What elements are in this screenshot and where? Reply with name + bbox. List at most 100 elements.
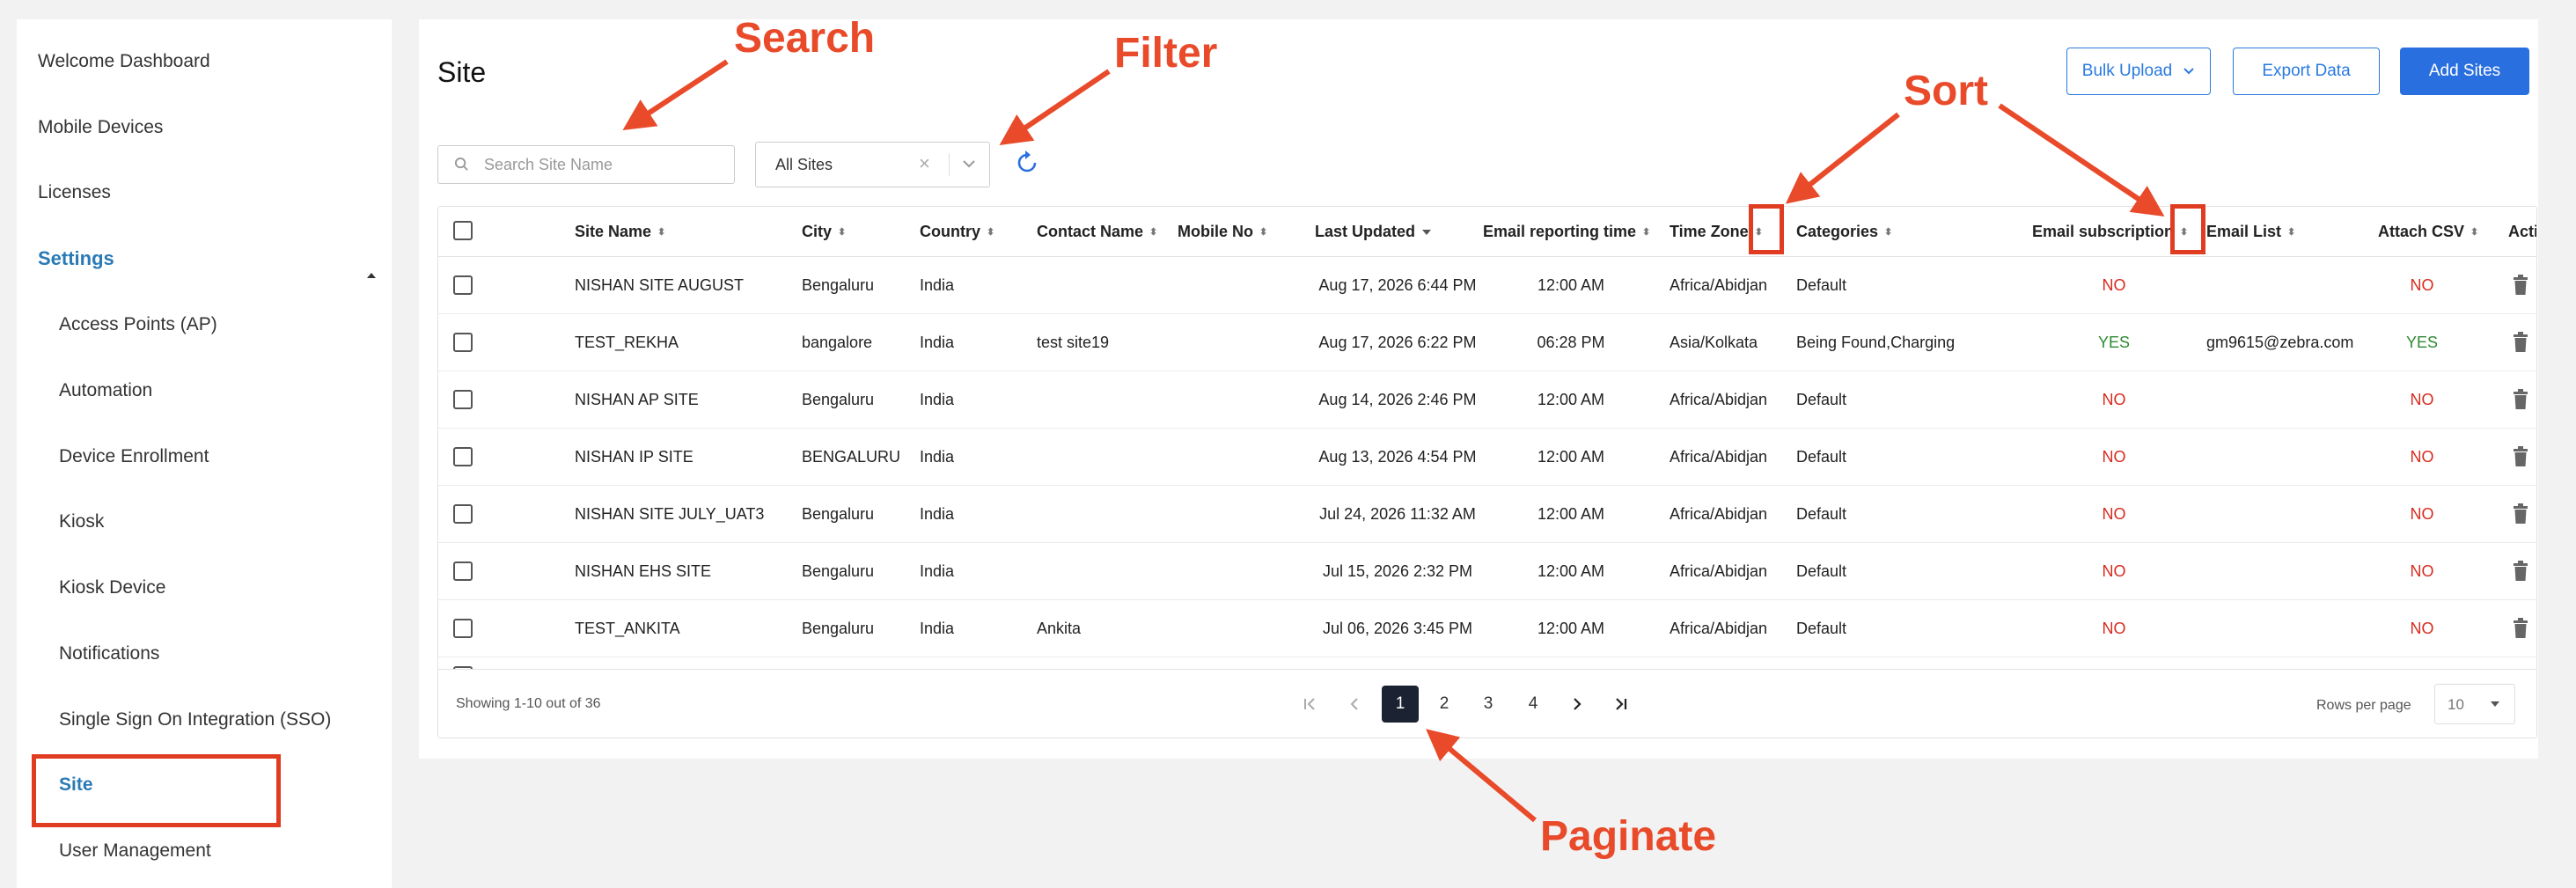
- cell-site-name: TEST_ANKITA: [575, 620, 680, 637]
- column-header-last-updated[interactable]: Last Updated: [1315, 223, 1432, 241]
- page-button-4[interactable]: 4: [1515, 686, 1552, 723]
- search-input[interactable]: [484, 151, 722, 178]
- cell-last-updated: Aug 17, 2026 6:22 PM: [1318, 334, 1477, 351]
- page-button-2[interactable]: 2: [1426, 686, 1463, 723]
- row-checkbox[interactable]: [453, 275, 473, 295]
- annotation-sort: Sort: [1904, 68, 1988, 114]
- sort-icon[interactable]: ⬍: [1259, 228, 1267, 238]
- column-header-country[interactable]: Country ⬍: [920, 223, 994, 241]
- refresh-icon[interactable]: [1014, 150, 1040, 176]
- cell-attach-csv: NO: [2410, 562, 2434, 580]
- cell-email-subscription: NO: [2102, 620, 2126, 637]
- sidebar-item-mobile-devices[interactable]: Mobile Devices: [38, 117, 163, 138]
- row-checkbox[interactable]: [453, 619, 473, 638]
- row-checkbox[interactable]: [453, 561, 473, 581]
- showing-count: Showing 1-10 out of 36: [456, 696, 601, 711]
- select-all-checkbox[interactable]: [453, 221, 473, 240]
- next-page-button[interactable]: [1559, 686, 1596, 723]
- column-header-site-name[interactable]: Site Name ⬍: [575, 223, 665, 241]
- cell-country: India: [920, 334, 955, 351]
- sort-icon[interactable]: ⬍: [1149, 228, 1157, 238]
- cell-city: Bengaluru: [802, 276, 875, 294]
- prev-page-button[interactable]: [1336, 686, 1373, 723]
- sort-desc-icon[interactable]: [1422, 230, 1432, 236]
- table-row[interactable]: TEST_REKHA bangalore India test site19 Aug 1…: [438, 314, 2536, 371]
- site-highlight-box: [32, 754, 281, 827]
- sort-icon[interactable]: ⬍: [2470, 228, 2478, 238]
- site-filter-select[interactable]: All Sites ×: [755, 142, 990, 187]
- sidebar-item-sso[interactable]: Single Sign On Integration (SSO): [59, 709, 331, 730]
- bulk-upload-button[interactable]: Bulk Upload: [2066, 48, 2211, 95]
- delete-icon[interactable]: [2513, 275, 2528, 296]
- cell-email-list: gm9615@zebra.com: [2206, 334, 2354, 351]
- cell-country: India: [920, 620, 955, 637]
- rows-per-page-select[interactable]: 10: [2434, 684, 2515, 724]
- column-header-contact-name[interactable]: Contact Name ⬍: [1037, 223, 1157, 241]
- cell-city: Bengaluru: [802, 562, 875, 580]
- delete-icon[interactable]: [2513, 332, 2528, 353]
- delete-icon[interactable]: [2513, 618, 2528, 639]
- row-checkbox[interactable]: [453, 390, 473, 409]
- chevron-down-icon[interactable]: [961, 156, 977, 172]
- column-header-mobile-no[interactable]: Mobile No ⬍: [1178, 223, 1267, 241]
- last-page-button[interactable]: [1603, 686, 1640, 723]
- delete-icon[interactable]: [2513, 561, 2528, 582]
- cell-time-zone: Africa/Abidjan: [1670, 562, 1768, 580]
- table-row[interactable]: NISHAN AP SITE Bengaluru India Aug 14, 2026…: [438, 371, 2536, 429]
- sort-icon[interactable]: ⬍: [838, 228, 846, 238]
- sort-icon[interactable]: ⬍: [987, 228, 994, 238]
- sidebar-item-access-points[interactable]: Access Points (AP): [59, 314, 217, 335]
- column-header-city[interactable]: City ⬍: [802, 223, 846, 241]
- cell-last-updated: Jul 06, 2026 3:45 PM: [1322, 620, 1473, 637]
- sidebar-item-welcome-dashboard[interactable]: Welcome Dashboard: [38, 51, 210, 72]
- sidebar-item-user-management[interactable]: User Management: [59, 840, 211, 862]
- page-button-3[interactable]: 3: [1470, 686, 1507, 723]
- table-row[interactable]: NISHAN EHS SITE Bengaluru India Jul 15, 202…: [438, 543, 2536, 600]
- column-header-email-subscription[interactable]: Email subscription ⬍: [2032, 223, 2188, 241]
- sidebar-item-automation[interactable]: Automation: [59, 380, 152, 401]
- table-row[interactable]: NISHAN IP SITE BENGALURU India Aug 13, 2026…: [438, 429, 2536, 486]
- page-button-1[interactable]: 1: [1382, 686, 1419, 723]
- first-page-button[interactable]: [1292, 686, 1329, 723]
- cell-email-subscription: NO: [2102, 562, 2126, 580]
- filter-divider: [949, 153, 950, 176]
- chevron-right-icon: [1574, 698, 1582, 710]
- row-checkbox[interactable]: [453, 447, 473, 466]
- sidebar-item-settings[interactable]: Settings: [38, 247, 114, 270]
- cell-email-reporting-time: 12:00 AM: [1537, 276, 1605, 294]
- chevron-up-icon[interactable]: [367, 273, 376, 278]
- table-row[interactable]: NISHAN SITE JULY_UAT3 Bengaluru India Jul 2…: [438, 486, 2536, 543]
- column-header-actions: Acti: [2508, 223, 2537, 240]
- cell-time-zone: Africa/Abidjan: [1670, 505, 1768, 523]
- row-checkbox[interactable]: [453, 504, 473, 524]
- delete-icon[interactable]: [2513, 389, 2528, 410]
- table-row[interactable]: NISHAN SITE AUGUST Bengaluru India Aug 17, …: [438, 257, 2536, 314]
- annotation-sort-box-email-subscription: [2170, 204, 2205, 254]
- table-row[interactable]: TEST_ANKITA Bengaluru India Ankita Jul 06, 2…: [438, 600, 2536, 657]
- cell-city: Bengaluru: [802, 620, 875, 637]
- main-panel: Site Bulk Upload Export Data Add Sites A…: [419, 19, 2538, 759]
- sort-icon[interactable]: ⬍: [1884, 228, 1892, 238]
- pagination-bar: Showing 1-10 out of 36 1 2 3 4 Rows per …: [438, 669, 2536, 738]
- column-header-attach-csv[interactable]: Attach CSV ⬍: [2378, 223, 2478, 241]
- delete-icon[interactable]: [2513, 503, 2528, 525]
- sidebar-item-licenses[interactable]: Licenses: [38, 182, 111, 203]
- sort-icon[interactable]: ⬍: [1642, 228, 1650, 238]
- add-sites-button[interactable]: Add Sites: [2400, 48, 2529, 95]
- cell-email-subscription: NO: [2102, 505, 2126, 523]
- column-header-categories[interactable]: Categories ⬍: [1796, 223, 1892, 241]
- sidebar-item-notifications[interactable]: Notifications: [59, 643, 159, 664]
- sort-icon[interactable]: ⬍: [657, 228, 665, 238]
- clear-icon[interactable]: ×: [919, 152, 930, 175]
- cell-categories: Default: [1796, 391, 1847, 408]
- sidebar-item-device-enrollment[interactable]: Device Enrollment: [59, 446, 209, 467]
- row-checkbox[interactable]: [453, 333, 473, 352]
- column-header-email-reporting-time[interactable]: Email reporting time ⬍: [1483, 223, 1650, 241]
- sites-table: Site Name ⬍ City ⬍ Country ⬍ Contact Name ⬍ …: [437, 206, 2537, 738]
- sort-icon[interactable]: ⬍: [2287, 228, 2295, 238]
- delete-icon[interactable]: [2513, 446, 2528, 467]
- sidebar-item-kiosk[interactable]: Kiosk: [59, 511, 104, 532]
- export-data-button[interactable]: Export Data: [2233, 48, 2380, 95]
- sidebar-item-kiosk-device[interactable]: Kiosk Device: [59, 577, 165, 598]
- column-header-email-list[interactable]: Email List ⬍: [2206, 223, 2295, 241]
